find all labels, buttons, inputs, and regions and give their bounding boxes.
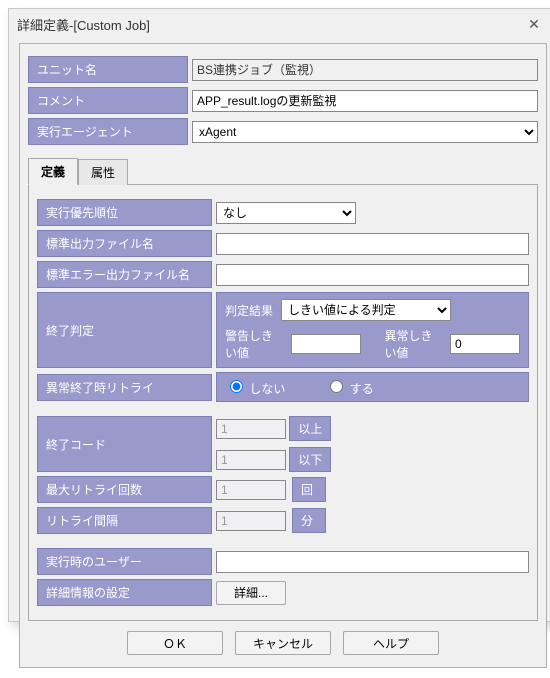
ok-button[interactable]: ＯＫ [127,631,223,655]
label-stdout: 標準出力ファイル名 [37,230,212,257]
label-max-retry: 最大リトライ回数 [37,476,212,503]
help-button[interactable]: ヘルプ [343,631,439,655]
end-code-le-field [216,450,286,470]
comment-field[interactable] [192,90,538,112]
label-agent: 実行エージェント [28,118,188,145]
tab-definition[interactable]: 定義 [28,158,78,185]
cancel-button[interactable]: キャンセル [235,631,331,655]
tab-attributes[interactable]: 属性 [78,159,128,185]
label-end-judgment: 終了判定 [37,292,212,368]
label-abend-retry: 異常終了時リトライ [37,374,212,401]
outer-frame: ユニット名 コメント 実行エージェント xAgent [19,43,547,668]
end-code-ge-unit: 以上 [289,416,331,441]
label-unit-name: ユニット名 [28,56,188,83]
abend-threshold-field[interactable] [450,334,520,354]
titlebar: 詳細定義-[Custom Job] ✕ [9,9,550,39]
judgment-result-select[interactable]: しきい値による判定 [281,299,451,321]
unit-name-field [192,59,538,81]
window-title: 詳細定義-[Custom Job] [17,15,150,34]
agent-select[interactable]: xAgent [192,121,538,143]
run-user-field[interactable] [216,551,529,573]
retry-yes-radio[interactable]: する [325,377,373,397]
label-abend-threshold: 異常しきい値 [384,327,442,361]
end-code-ge-field [216,419,286,439]
stderr-field[interactable] [216,264,529,286]
label-judgment-result: 判定結果 [225,302,273,319]
tab-panel-definition: 実行優先順位 なし 標準出力ファイル名 [28,184,538,621]
label-comment: コメント [28,87,188,114]
dialog-window: 詳細定義-[Custom Job] ✕ ユニット名 コメント 実行エージェント [8,8,550,622]
label-retry-interval: リトライ間隔 [37,507,212,534]
label-priority: 実行優先順位 [37,199,212,226]
close-icon[interactable]: ✕ [519,16,549,33]
max-retry-unit: 回 [292,477,326,502]
retry-no-radio[interactable]: しない [225,377,285,397]
label-warn-threshold: 警告しきい値 [225,327,283,361]
detail-button[interactable]: 詳細... [216,581,286,605]
label-stderr: 標準エラー出力ファイル名 [37,261,212,288]
warn-threshold-field[interactable] [291,334,361,354]
label-run-user: 実行時のユーザー [37,548,212,575]
priority-select[interactable]: なし [216,202,356,224]
label-detail-info: 詳細情報の設定 [37,579,212,606]
retry-interval-field [216,511,286,531]
stdout-field[interactable] [216,233,529,255]
max-retry-field [216,480,286,500]
retry-interval-unit: 分 [292,508,326,533]
end-code-le-unit: 以下 [289,447,331,472]
label-end-code: 終了コード [37,416,212,472]
tab-strip: 定義 属性 [28,157,538,184]
